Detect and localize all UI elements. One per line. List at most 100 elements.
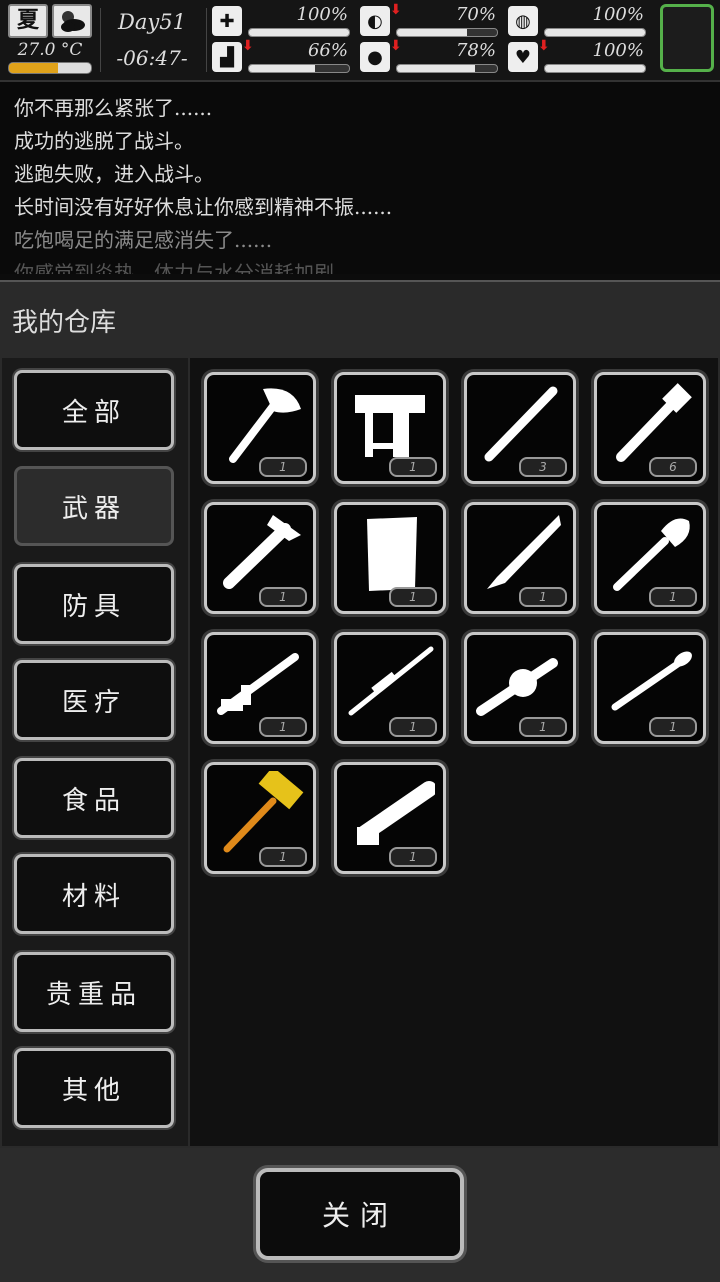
- item-slot[interactable]: 1: [594, 502, 706, 614]
- item-slot[interactable]: 1: [334, 372, 446, 484]
- stomach-icon: ◐: [360, 6, 390, 36]
- category-other[interactable]: 其他: [14, 1048, 174, 1128]
- item-count: 6: [649, 457, 697, 477]
- item-count: 1: [519, 717, 567, 737]
- divider: [206, 8, 207, 72]
- decrease-arrow-icon: ⬇: [538, 38, 550, 54]
- mental-bar: [544, 28, 646, 37]
- category-weapons[interactable]: 武器: [14, 466, 174, 546]
- item-count: 1: [649, 587, 697, 607]
- category-materials[interactable]: 材料: [14, 854, 174, 934]
- stamina-value: 66%: [307, 40, 348, 61]
- foot-icon: ▟: [212, 42, 242, 72]
- log-line: 逃跑失败，进入战斗。: [14, 162, 214, 186]
- heart-icon: ♥: [508, 42, 538, 72]
- nail-gun-icon: [355, 395, 425, 457]
- health-bar-fill: [249, 29, 349, 36]
- item-slot[interactable]: 3: [464, 372, 576, 484]
- health-bar: [248, 28, 350, 37]
- item-slot[interactable]: 1: [334, 502, 446, 614]
- divider: [100, 8, 101, 72]
- assault-rifle-icon: [217, 653, 299, 715]
- rocket-launcher-icon: [611, 651, 692, 711]
- hunger-value: 70%: [455, 4, 496, 25]
- minigun-icon: [357, 781, 435, 845]
- wooden-board-icon: [367, 517, 417, 591]
- decrease-arrow-icon: ⬇: [390, 2, 402, 18]
- item-count: 1: [259, 717, 307, 737]
- item-slot[interactable]: 1: [204, 502, 316, 614]
- thirst-value: 78%: [455, 40, 496, 61]
- item-slot[interactable]: 1: [204, 762, 316, 874]
- category-food[interactable]: 食品: [14, 758, 174, 838]
- hunger-bar: [396, 28, 498, 37]
- item-slot[interactable]: 6: [594, 372, 706, 484]
- thirst-bar-fill: [397, 65, 475, 72]
- hunger-stat: ◐ ⬇ 70%: [360, 2, 500, 38]
- log-line: 你不再那么紧张了......: [14, 96, 213, 120]
- golden-hammer-icon: [223, 771, 304, 853]
- item-slot[interactable]: 1: [334, 762, 446, 874]
- item-count: 1: [259, 847, 307, 867]
- thirst-bar: [396, 64, 498, 73]
- message-log[interactable]: 你不再那么紧张了...... 成功的逃脱了战斗。 逃跑失败，进入战斗。 长时间没…: [0, 82, 720, 274]
- item-grid: 1 1 3 6 1 1 1 1 1 1 1 1 1 1: [190, 358, 718, 1146]
- item-count: 1: [259, 457, 307, 477]
- stamina-stat: ▟ ⬇ 66%: [212, 38, 352, 74]
- item-slot[interactable]: 1: [204, 632, 316, 744]
- grenade-launcher-icon: [476, 658, 558, 716]
- mental-icon: ◍: [508, 6, 538, 36]
- item-count: 1: [649, 717, 697, 737]
- sniper-rifle-icon: [348, 646, 434, 716]
- water-drop-icon: ●: [360, 42, 390, 72]
- status-bar: 夏 27.0 °C Day51 -06:47- ✚ 100% ◐ ⬇ 70% ◍…: [0, 0, 720, 82]
- decrease-arrow-icon: ⬇: [242, 38, 254, 54]
- ice-axe-icon: [223, 515, 301, 589]
- item-count: 1: [519, 587, 567, 607]
- item-count: 1: [389, 717, 437, 737]
- category-armor[interactable]: 防具: [14, 564, 174, 644]
- health-stat: ✚ 100%: [212, 4, 352, 38]
- item-slot[interactable]: 1: [464, 502, 576, 614]
- item-slot[interactable]: 1: [204, 372, 316, 484]
- mental-bar-fill: [545, 29, 645, 36]
- mood-value: 100%: [592, 40, 644, 61]
- stamina-bar: [248, 64, 350, 73]
- hunger-bar-fill: [397, 29, 467, 36]
- category-medical[interactable]: 医疗: [14, 660, 174, 740]
- item-slot[interactable]: 1: [334, 632, 446, 744]
- shovel-icon: [613, 518, 690, 591]
- pipe-wrench-icon: [616, 383, 692, 462]
- health-value: 100%: [296, 4, 348, 25]
- axe-icon: [229, 388, 301, 463]
- category-all[interactable]: 全部: [14, 370, 174, 450]
- item-slot[interactable]: 1: [464, 632, 576, 744]
- category-sidebar: 全部 武器 防具 医疗 食品 材料 贵重品 其他: [2, 358, 188, 1146]
- item-count: 3: [519, 457, 567, 477]
- mood-bar: [544, 64, 646, 73]
- decrease-arrow-icon: ⬇: [390, 38, 402, 54]
- partly-cloudy-icon: [52, 4, 92, 38]
- item-count: 1: [259, 587, 307, 607]
- day-counter: Day51: [118, 10, 186, 34]
- mood-bar-fill: [545, 65, 645, 72]
- thirst-stat: ● ⬇ 78%: [360, 38, 500, 74]
- item-count: 1: [389, 457, 437, 477]
- log-line: 吃饱喝足的满足感消失了......: [14, 228, 273, 252]
- stamina-bar-fill: [249, 65, 315, 72]
- temperature-bar: [8, 62, 92, 74]
- mood-stat: ♥ ⬇ 100%: [508, 38, 648, 74]
- season-badge: 夏: [8, 4, 48, 38]
- warehouse-title: 我的仓库: [12, 308, 117, 338]
- machete-icon: [487, 515, 561, 589]
- log-line: 你感觉到炎热，体力与水分消耗加剧: [14, 261, 334, 274]
- mental-stat: ◍ 100%: [508, 4, 648, 38]
- equipment-slot[interactable]: [660, 4, 714, 72]
- medkit-icon: ✚: [212, 6, 242, 36]
- category-valuables[interactable]: 贵重品: [14, 952, 174, 1032]
- item-slot[interactable]: 1: [594, 632, 706, 744]
- item-count: 1: [389, 847, 437, 867]
- log-line: 成功的逃脱了战斗。: [14, 129, 194, 153]
- temperature-label: 27.0 °C: [17, 40, 83, 60]
- close-button[interactable]: 关闭: [256, 1168, 464, 1260]
